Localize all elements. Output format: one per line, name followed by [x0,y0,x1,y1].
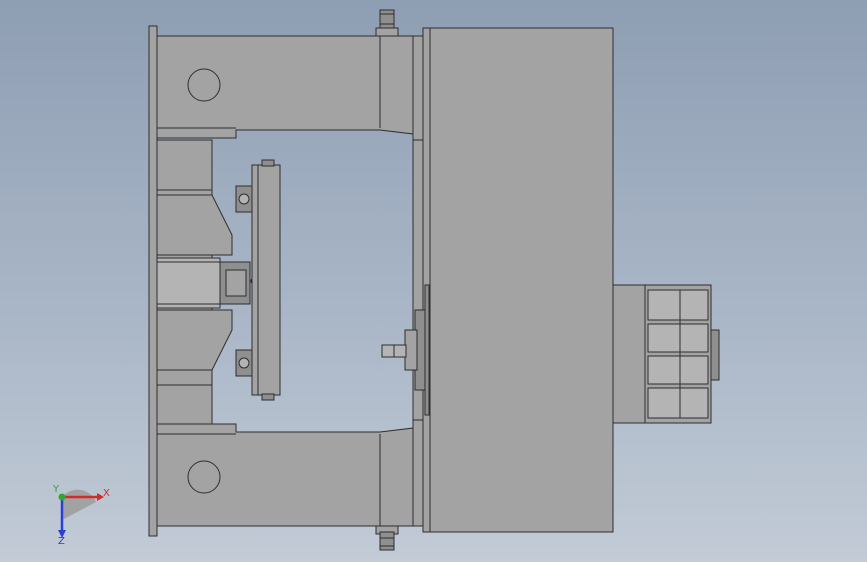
center-mount[interactable] [156,257,258,309]
cad-graphics-viewport[interactable]: .p{fill:#a3a3a3;stroke:#2e2e2e;stroke-wi… [0,0,867,562]
triad-z-label: Z [58,536,65,547]
bottom-arm-bore [187,460,221,494]
motor-gearbox[interactable] [612,284,720,424]
top-arm-bore [187,68,221,102]
bottom-roller[interactable] [375,525,399,551]
bracket-lower[interactable] [156,309,233,371]
triad-x-label: X [103,488,110,499]
assembly-drawing[interactable]: .p{fill:#a3a3a3;stroke:#2e2e2e;stroke-wi… [0,0,867,562]
triad-y-label: Y [53,484,60,495]
main-housing[interactable] [412,27,614,533]
top-arm[interactable] [156,35,424,141]
triad-y-axis [58,493,66,501]
bearing-upper[interactable] [235,185,253,213]
top-roller[interactable] [375,9,399,37]
slide-plate[interactable] [251,159,281,401]
bracket-upper[interactable] [156,194,233,256]
bearing-lower[interactable] [235,349,253,377]
coordinate-triad [58,489,104,538]
bottom-arm[interactable] [156,419,424,527]
